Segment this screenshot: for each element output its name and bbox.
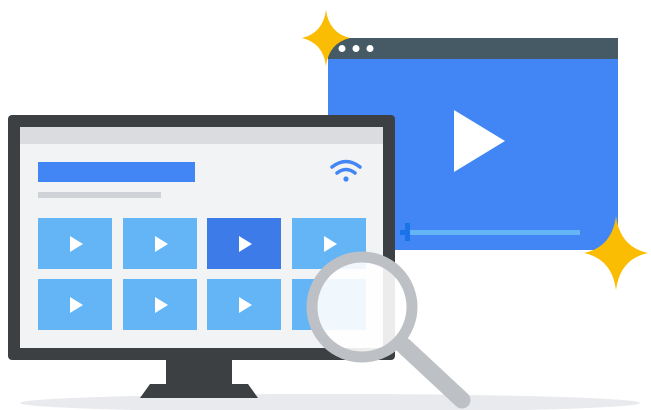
video-thumbnail-selected <box>207 218 281 269</box>
screen-header-bar <box>20 127 383 144</box>
monitor-stand-neck <box>166 358 232 384</box>
video-thumbnail <box>38 218 112 269</box>
monitor-stand-base <box>140 384 258 398</box>
video-thumbnail <box>123 279 197 330</box>
video-progress-track <box>400 230 580 235</box>
floor-shadow <box>20 394 640 410</box>
magnifier-handle <box>395 337 471 409</box>
video-search-illustration <box>8 10 648 410</box>
video-thumbnail <box>123 218 197 269</box>
magnifier-lens <box>306 251 418 363</box>
window-dot <box>338 45 346 52</box>
wifi-dot <box>343 176 349 182</box>
window-dot <box>352 45 360 52</box>
window-control-dots <box>338 45 374 52</box>
screen-subtitle-line <box>38 192 161 198</box>
screen-title-bar <box>38 162 195 182</box>
illustration-stage <box>0 0 651 410</box>
video-thumbnail <box>207 279 281 330</box>
video-progress-handle <box>405 223 410 241</box>
magnifying-glass-icon <box>306 251 471 409</box>
video-thumbnail <box>38 279 112 330</box>
window-dot <box>366 45 374 52</box>
